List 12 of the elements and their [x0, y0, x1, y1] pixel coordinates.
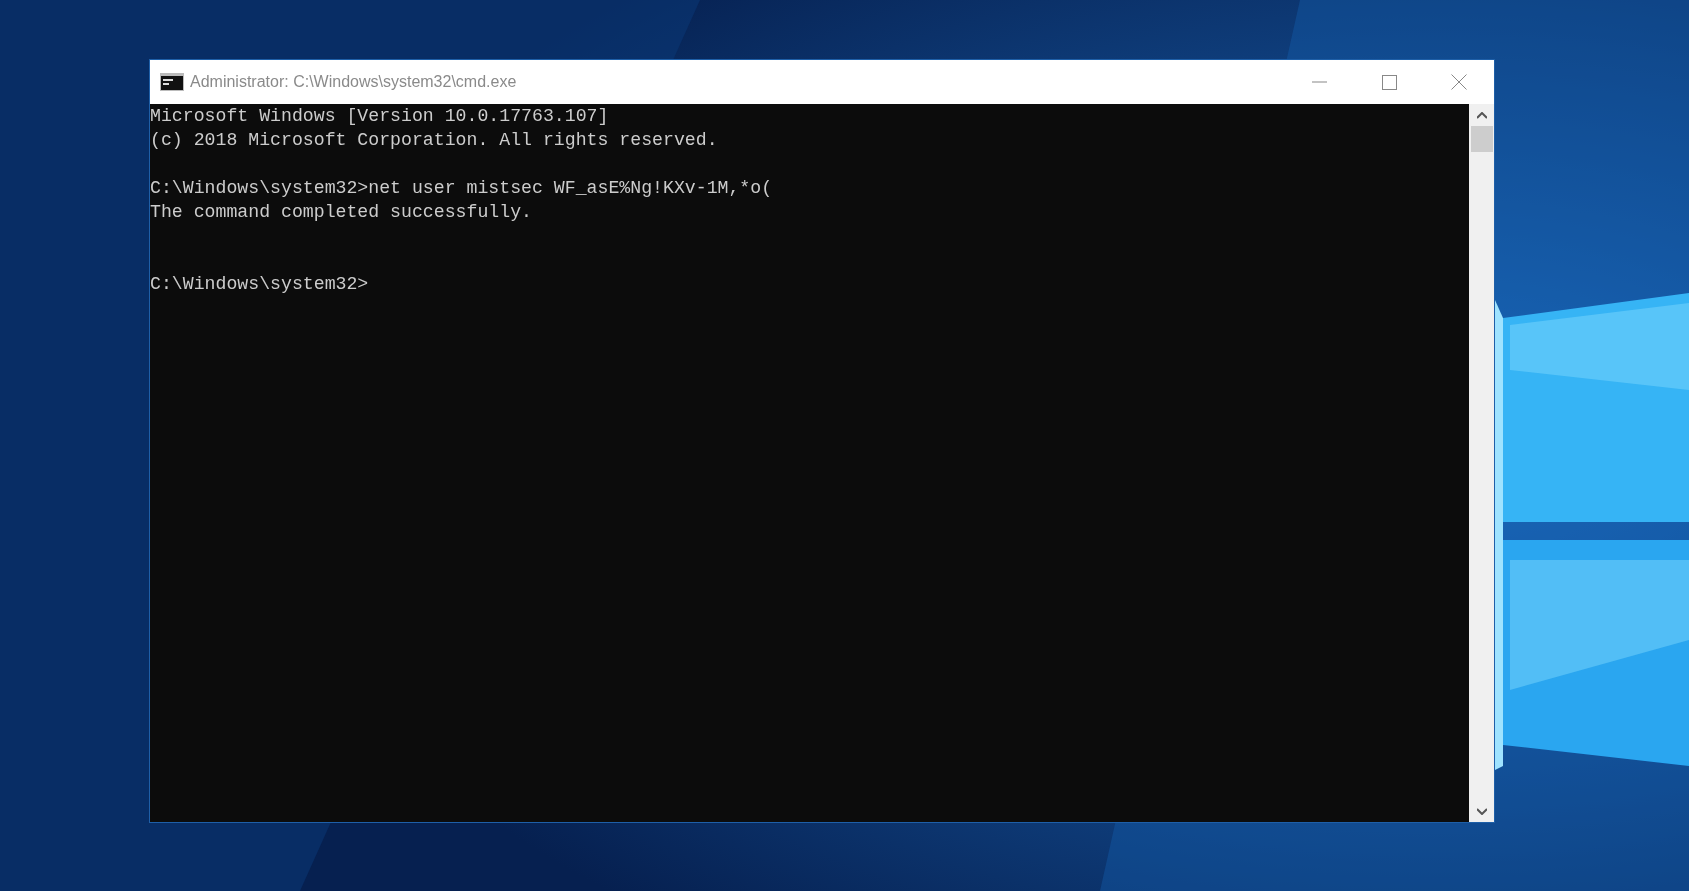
scrollbar-thumb[interactable] [1470, 126, 1493, 152]
scrollbar[interactable] [1469, 104, 1494, 822]
close-icon [1451, 74, 1467, 90]
window-title: Administrator: C:\Windows\system32\cmd.exe [190, 72, 517, 92]
terminal-icon [160, 73, 184, 91]
maximize-icon [1381, 74, 1397, 90]
console-output: The command completed successfully. [150, 201, 532, 224]
minimize-icon [1311, 81, 1327, 83]
command-line: C:\Windows\system32>net user mistsec WF_asE%Ng!KXv-1M,*o( [150, 177, 773, 200]
console-text: Microsoft Windows [Version 10.0.17763.107] [150, 105, 609, 128]
command-prompt: C:\Windows\system32> [150, 273, 369, 296]
console-text: (c) 2018 Microsoft Corporation. All rights reserved. [150, 129, 718, 152]
